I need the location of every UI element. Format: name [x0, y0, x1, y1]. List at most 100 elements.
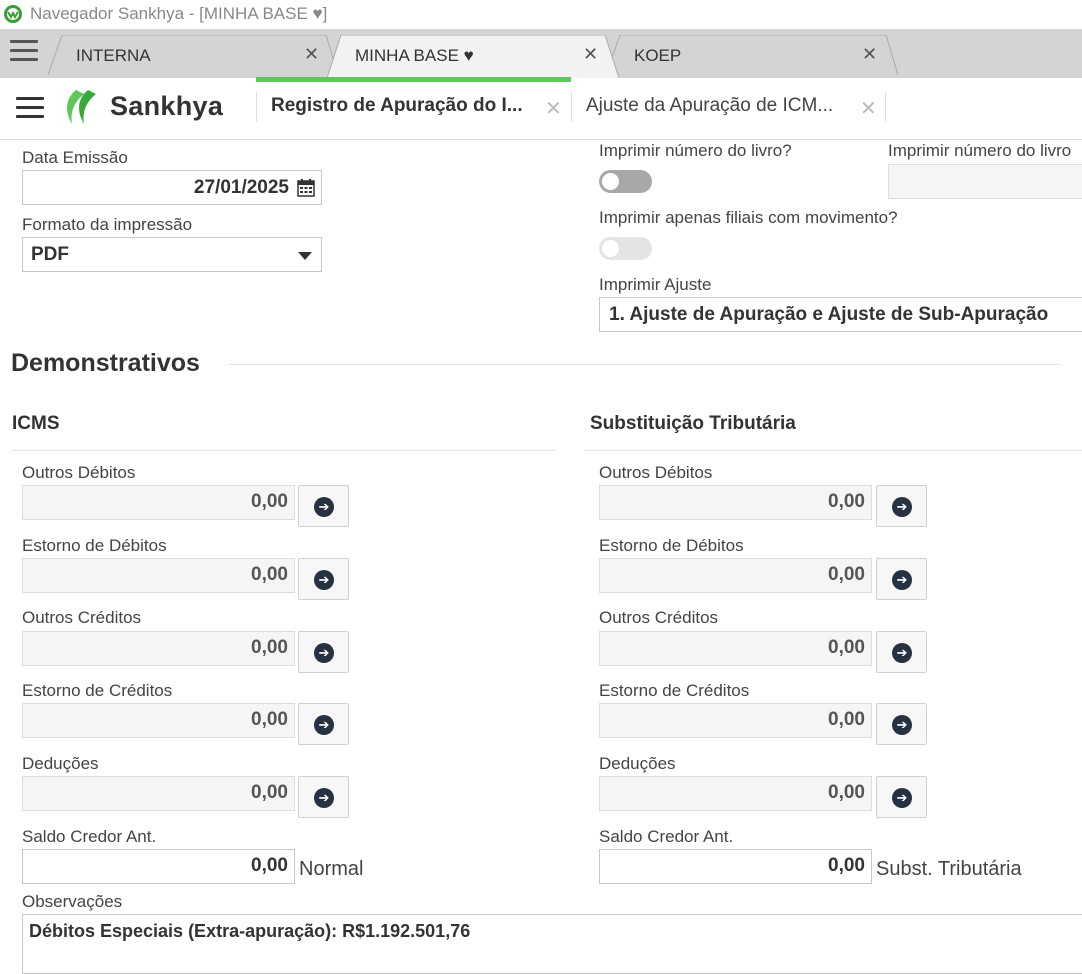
- arrow-right-icon: ➔: [892, 715, 912, 735]
- arrow-right-icon: ➔: [314, 570, 334, 590]
- app-logo-icon: [4, 5, 22, 23]
- icms-estorno-debitos-label: Estorno de Débitos: [22, 536, 167, 555]
- icms-outros-debitos-field[interactable]: 0,00: [22, 485, 295, 520]
- divider: [885, 92, 886, 122]
- field-value: 0,00: [828, 709, 865, 730]
- st-saldo-credor-label: Saldo Credor Ant.: [599, 827, 734, 846]
- icms-estorno-creditos-field[interactable]: 0,00: [22, 703, 295, 738]
- arrow-right-icon: ➔: [314, 788, 334, 808]
- observacoes-label: Observações: [22, 892, 123, 911]
- st-deducoes-label: Deduções: [599, 754, 676, 773]
- arrow-right-icon: ➔: [892, 643, 912, 663]
- imprimir-filiais-toggle[interactable]: [599, 237, 652, 260]
- field-value: 0,00: [251, 491, 288, 512]
- field-value: 0,00: [828, 782, 865, 803]
- icms-outros-debitos-button[interactable]: ➔: [298, 485, 349, 527]
- arrow-right-icon: ➔: [892, 570, 912, 590]
- toggle-knob: [602, 173, 619, 190]
- formato-impressao-value: PDF: [31, 244, 69, 265]
- st-deducoes-field[interactable]: 0,00: [599, 776, 872, 811]
- imprimir-numero-livro-label: Imprimir número do livro: [888, 141, 1072, 160]
- st-estorno-debitos-button[interactable]: ➔: [876, 558, 927, 600]
- st-estorno-creditos-field[interactable]: 0,00: [599, 703, 872, 738]
- st-estorno-debitos-label: Estorno de Débitos: [599, 536, 744, 555]
- subsection-title-icms: ICMS: [12, 413, 60, 434]
- arrow-right-icon: ➔: [892, 497, 912, 517]
- field-value: 0,00: [828, 637, 865, 658]
- subsection-title-st: Substituição Tributária: [590, 413, 796, 434]
- icms-outros-creditos-button[interactable]: ➔: [298, 631, 349, 673]
- observacoes-textarea[interactable]: Débitos Especiais (Extra-apuração): R$1.…: [22, 914, 1082, 974]
- st-outros-creditos-field[interactable]: 0,00: [599, 631, 872, 666]
- app-tab-registro[interactable]: Registro de Apuração do I...: [271, 95, 523, 117]
- brand-name: Sankhya: [110, 91, 224, 121]
- imprimir-numero-livro-field[interactable]: [888, 164, 1082, 199]
- subsection-divider: [12, 450, 555, 451]
- icms-estorno-debitos-button[interactable]: ➔: [298, 558, 349, 600]
- field-value: 0,00: [828, 855, 865, 876]
- menu-icon[interactable]: [16, 97, 44, 121]
- field-value: 0,00: [828, 491, 865, 512]
- data-emissao-label: Data Emissão: [22, 148, 128, 167]
- icms-saldo-suffix: Normal: [299, 858, 364, 880]
- divider: [571, 92, 572, 122]
- st-estorno-creditos-label: Estorno de Créditos: [599, 681, 750, 700]
- menu-icon[interactable]: [10, 40, 38, 64]
- browser-tab-minha-base[interactable]: MINHA BASE ♥ ✕: [327, 35, 619, 78]
- icms-estorno-creditos-label: Estorno de Créditos: [22, 681, 173, 700]
- subsection-divider: [584, 450, 1082, 451]
- sankhya-logo-icon: [67, 90, 96, 124]
- imprimir-ajuste-value: 1. Ajuste de Apuração e Ajuste de Sub-Ap…: [609, 304, 1049, 325]
- data-emissao-field[interactable]: 27/01/2025: [22, 170, 322, 205]
- active-tab-indicator: [256, 77, 571, 82]
- arrow-right-icon: ➔: [314, 497, 334, 517]
- app-tab-ajuste[interactable]: Ajuste da Apuração de ICM...: [586, 95, 833, 117]
- st-deducoes-button[interactable]: ➔: [876, 776, 927, 818]
- st-outros-creditos-button[interactable]: ➔: [876, 631, 927, 673]
- close-icon[interactable]: ✕: [304, 44, 319, 65]
- field-value: 0,00: [251, 855, 288, 876]
- imprimir-ajuste-select[interactable]: 1. Ajuste de Apuração e Ajuste de Sub-Ap…: [599, 297, 1082, 332]
- arrow-right-icon: ➔: [314, 715, 334, 735]
- browser-tab-interna[interactable]: INTERNA ✕: [48, 35, 338, 75]
- close-icon[interactable]: ✕: [860, 96, 877, 121]
- icms-outros-creditos-field[interactable]: 0,00: [22, 631, 295, 666]
- browser-tab-label: INTERNA: [76, 46, 151, 65]
- calendar-icon[interactable]: [297, 179, 315, 197]
- icms-deducoes-field[interactable]: 0,00: [22, 776, 295, 811]
- st-outros-creditos-label: Outros Créditos: [599, 608, 719, 627]
- field-value: 0,00: [251, 709, 288, 730]
- icms-estorno-debitos-field[interactable]: 0,00: [22, 558, 295, 593]
- st-saldo-credor-field[interactable]: 0,00: [599, 849, 872, 884]
- arrow-right-icon: ➔: [892, 788, 912, 808]
- data-emissao-value: 27/01/2025: [193, 177, 289, 198]
- close-icon[interactable]: ✕: [545, 96, 562, 121]
- close-icon[interactable]: ✕: [583, 44, 598, 65]
- imprimir-numero-label: Imprimir número do livro?: [599, 141, 792, 160]
- st-estorno-debitos-field[interactable]: 0,00: [599, 558, 872, 593]
- icms-outros-creditos-label: Outros Créditos: [22, 608, 142, 627]
- icms-saldo-credor-field[interactable]: 0,00: [22, 849, 295, 884]
- browser-tab-koep[interactable]: KOEP ✕: [606, 35, 898, 75]
- icms-estorno-creditos-button[interactable]: ➔: [298, 703, 349, 745]
- st-outros-debitos-button[interactable]: ➔: [876, 485, 927, 527]
- st-estorno-creditos-button[interactable]: ➔: [876, 703, 927, 745]
- field-value: 0,00: [828, 564, 865, 585]
- st-outros-debitos-field[interactable]: 0,00: [599, 485, 872, 520]
- icms-deducoes-label: Deduções: [22, 754, 99, 773]
- browser-tab-label: MINHA BASE ♥: [355, 46, 474, 65]
- dropdown-caret-icon: [298, 252, 312, 260]
- close-icon[interactable]: ✕: [862, 44, 877, 65]
- imprimir-ajuste-label: Imprimir Ajuste: [599, 275, 712, 294]
- browser-tab-label: KOEP: [634, 46, 682, 65]
- arrow-right-icon: ➔: [314, 643, 334, 663]
- st-saldo-suffix: Subst. Tributária: [876, 858, 1022, 880]
- imprimir-numero-toggle[interactable]: [599, 170, 652, 193]
- window-title: Navegador Sankhya - [MINHA BASE ♥]: [30, 4, 328, 23]
- icms-deducoes-button[interactable]: ➔: [298, 776, 349, 818]
- observacoes-value: Débitos Especiais (Extra-apuração): R$1.…: [29, 921, 471, 941]
- section-divider: [229, 364, 1060, 365]
- st-outros-debitos-label: Outros Débitos: [599, 463, 713, 482]
- field-value: 0,00: [251, 564, 288, 585]
- formato-impressao-select[interactable]: PDF: [22, 237, 322, 272]
